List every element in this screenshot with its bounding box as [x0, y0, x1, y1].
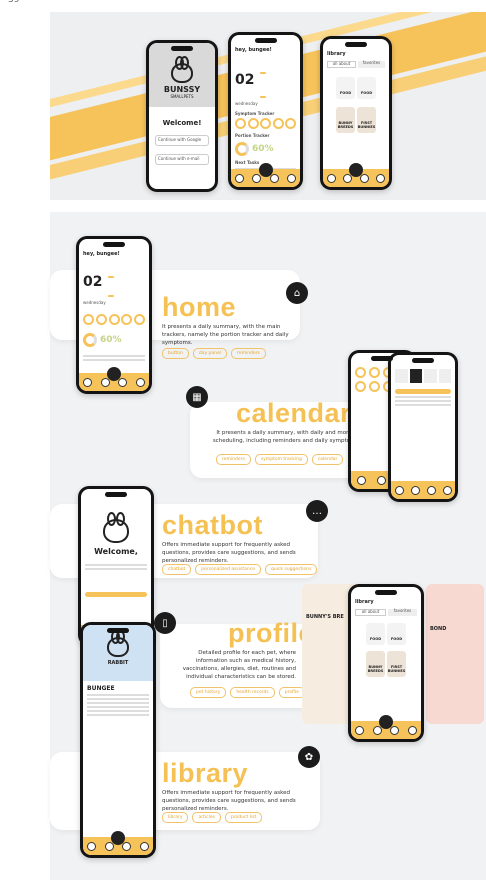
portion-label: Portion Tracker — [235, 133, 270, 139]
brand-sub: SMALLPETS — [170, 94, 194, 99]
bunny-logo-icon — [103, 512, 129, 543]
hero-banner: BUNSSY SMALLPETS Welcome! Continue with … — [50, 12, 486, 200]
first-bunnies-card[interactable]: FIRST BUNNIES — [357, 106, 376, 133]
calendar-phone-front — [388, 352, 458, 502]
first-bunnies-card[interactable]: FIRST BUNNIES — [387, 650, 406, 677]
calendar-chips: reminders symptom tracking calendar — [216, 454, 344, 465]
profile-chips: pet history health records profile — [190, 687, 305, 698]
chip: chatbot — [162, 564, 192, 575]
library-title: library — [327, 51, 346, 57]
library-chips: library articles product list — [162, 812, 263, 823]
book-icon: ▯ — [154, 612, 176, 634]
calendar-icon: ▦ — [186, 386, 208, 408]
chatbot-desc: Offers immediate support for frequently … — [162, 542, 296, 564]
chip: profile — [278, 687, 305, 698]
features-section: hey, bungee! 02 wednesday 60% home It pr… — [50, 212, 486, 880]
food-card[interactable]: FOOD — [357, 76, 376, 99]
chip: calendar — [311, 454, 344, 465]
date-number: 02 — [235, 72, 255, 89]
bond-label: BOND — [430, 626, 447, 632]
greeting: hey, bungee! — [83, 251, 120, 257]
chip: health records — [230, 687, 275, 698]
bunny-logo-icon — [171, 56, 193, 83]
portion-percent: 60% — [252, 144, 274, 155]
pet-name: BUNGEE — [87, 685, 115, 692]
library-phone: library all about favorites FOOD FOOD BUNN… — [320, 36, 392, 190]
chip: symptom tracking — [254, 454, 308, 465]
chatbot-title: chatbot — [162, 510, 263, 540]
email-button[interactable]: Continue with e-mail — [155, 153, 209, 165]
home-phone: hey, bungee! 02 wednesday Symptom Tracke… — [228, 32, 303, 190]
welcome-phone: BUNSSY SMALLPETS Welcome! Continue with … — [146, 40, 218, 192]
food-card[interactable]: FOOD — [366, 622, 385, 645]
portion-percent: 60% — [100, 334, 122, 345]
library-desc: Offers immediate support for frequently … — [162, 790, 296, 812]
chip: reminders — [231, 348, 266, 359]
breeds-card[interactable]: BUNNY BREEDS — [366, 650, 385, 677]
tab-favorites[interactable]: favorites — [388, 608, 417, 616]
chip: button — [162, 348, 189, 359]
chat-icon: … — [306, 500, 328, 522]
home-title: home — [162, 292, 237, 322]
symptom-label: Symptom Tracker — [235, 110, 275, 116]
weekday: wednesday — [83, 300, 106, 305]
chip: pet history — [190, 687, 227, 698]
home-desc: It presents a daily summary, with the ma… — [162, 324, 289, 346]
tab-favorites[interactable]: favorites — [358, 60, 385, 68]
library-title-heading: library — [162, 758, 249, 788]
welcome-title: Welcome! — [162, 119, 202, 127]
home-icon: ⌂ — [286, 282, 308, 304]
page-number: 39 — [8, 0, 20, 5]
profile-desc: Detailed profile for each pet, where inf… — [182, 650, 296, 680]
calendar-desc: It presents a daily summary, with daily … — [212, 430, 360, 444]
chip: product list — [224, 812, 263, 823]
calendar-title: calendar — [236, 398, 352, 428]
chip: quick suggestions — [265, 564, 318, 575]
library-feature-phone: library all about favorites FOOD FOOD BUNN… — [348, 584, 424, 742]
food-card[interactable]: FOOD — [336, 76, 355, 99]
tab-all-about[interactable]: all about — [355, 609, 386, 616]
pet-breed: RABBIT — [107, 660, 129, 666]
weekday: wednesday — [235, 100, 258, 106]
profile-feature-phone: RABBIT BUNGEE — [80, 622, 156, 858]
chip: personalized assistance — [195, 564, 261, 575]
chat-welcome: Welcome, — [94, 547, 138, 556]
home-feature-phone: hey, bungee! 02 wednesday 60% — [76, 236, 152, 394]
greeting: hey, bungee! — [235, 47, 272, 53]
chip: day panel — [192, 348, 228, 359]
chip: reminders — [216, 454, 251, 465]
home-chips: button day panel reminders — [162, 348, 266, 359]
brand-name: BUNSSY — [163, 85, 201, 94]
paw-icon: ✿ — [298, 746, 320, 768]
chip: articles — [192, 812, 221, 823]
library-title: library — [355, 599, 374, 605]
google-button[interactable]: Continue with Google — [155, 135, 209, 146]
bunny-logo-icon — [107, 630, 129, 657]
bond-panel: BOND — [426, 584, 484, 724]
food-card[interactable]: FOOD — [387, 622, 406, 645]
tab-all-about[interactable]: all about — [327, 61, 356, 68]
breeds-card[interactable]: BUNNY BREEDS — [336, 106, 355, 133]
date-number: 02 — [83, 274, 103, 290]
chatbot-chips: chatbot personalized assistance quick su… — [162, 564, 318, 575]
chip: library — [162, 812, 189, 823]
